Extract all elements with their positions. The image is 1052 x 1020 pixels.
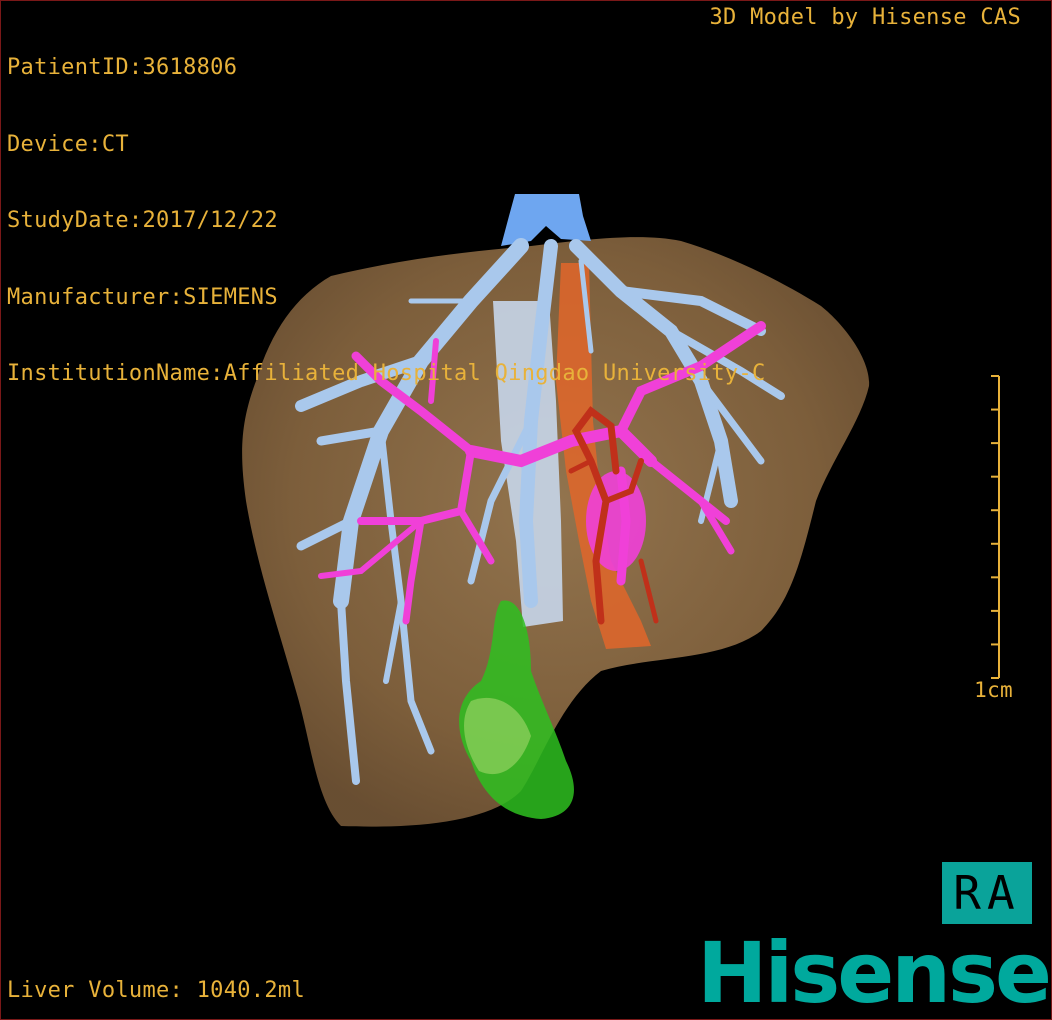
device-label: Device:CT	[7, 131, 129, 157]
manufacturer-label: Manufacturer:SIEMENS	[7, 284, 278, 310]
study-date-label: StudyDate:2017/12/22	[7, 208, 278, 233]
scale-bar-label: 1cm	[974, 678, 1013, 702]
model-credit: 3D Model by Hisense CAS	[709, 5, 1021, 30]
institution-name-label: InstitutionName:Affiliated Hospital Qing…	[7, 361, 766, 386]
scale-bar	[991, 375, 1000, 679]
hisense-logo: Hisense	[697, 924, 1051, 1020]
study-info: PatientID:3618806 Device:CT StudyDate:20…	[7, 4, 766, 438]
render-viewport[interactable]: PatientID:3618806 Device:CT StudyDate:20…	[0, 0, 1052, 1020]
liver-volume-readout: Liver Volume: 1040.2ml	[7, 977, 305, 1003]
orientation-indicator-button[interactable]: RA	[942, 862, 1032, 924]
patient-id-label: PatientID:3618806	[7, 55, 238, 80]
